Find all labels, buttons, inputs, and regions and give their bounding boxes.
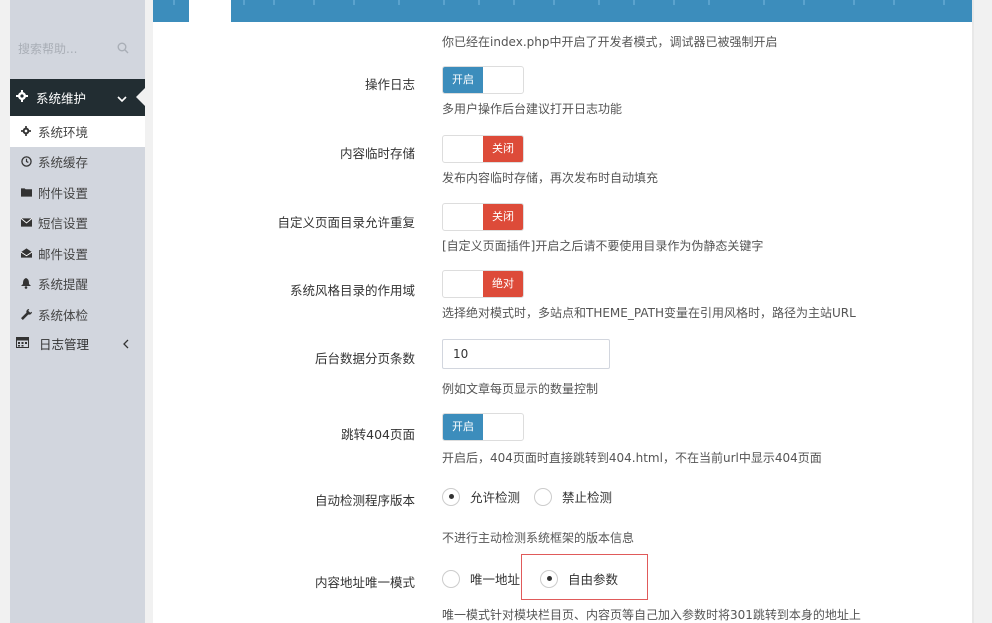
radio-button[interactable]: [534, 487, 553, 506]
tab-separator: [853, 0, 855, 5]
active-indicator: [136, 88, 145, 106]
page-dir-repeat-help: [自定义页面插件]开启之后请不要使用目录作为伪静态关键字: [442, 239, 764, 253]
temp-storage-switch[interactable]: 关闭: [442, 135, 524, 163]
sidebar: 系统维护 系统环境 系统缓存 附件设置 短信设置 邮件设置 系统提醒: [10, 0, 145, 623]
theme-scope-label: 系统风格目录的作用域: [289, 283, 415, 298]
sidebar-item-system-env[interactable]: 系统环境: [10, 116, 145, 147]
sidebar-item-attachment[interactable]: 附件设置: [10, 177, 145, 208]
sidebar-item-label: 系统体检: [38, 307, 89, 323]
radio-label: 唯一地址: [470, 572, 521, 587]
bell-icon: [20, 278, 32, 290]
oplog-label: 操作日志: [364, 77, 415, 92]
sidebar-item-label: 邮件设置: [38, 246, 89, 262]
envelope-open-icon: [20, 247, 32, 259]
oplog-switch[interactable]: 开启: [442, 66, 524, 94]
switch-off-label: 关闭: [483, 136, 523, 162]
version-check-help: 不进行主动检测系统框架的版本信息: [442, 531, 635, 545]
settings-panel: 你已经在index.php中开启了开发者模式，调试器已被强制开启 操作日志 开启…: [153, 0, 972, 623]
sidebar-item-reminder[interactable]: 系统提醒: [10, 269, 145, 300]
menu-label: 日志管理: [39, 336, 90, 352]
tab-separator: [893, 0, 895, 5]
sidebar-item-email[interactable]: 邮件设置: [10, 238, 145, 269]
temp-storage-label: 内容临时存储: [339, 146, 415, 161]
radio-deny-check[interactable]: 禁止检测: [534, 487, 612, 506]
clock-icon: [20, 156, 32, 168]
envelope-icon: [20, 217, 32, 229]
tab-separator: [243, 0, 245, 5]
sidebar-item-sms[interactable]: 短信设置: [10, 208, 145, 239]
active-tab[interactable]: [189, 0, 231, 22]
menu-label: 系统维护: [36, 91, 87, 106]
chevron-down-icon: [117, 91, 127, 106]
tab-separator: [708, 0, 710, 5]
pagesize-label: 后台数据分页条数: [314, 351, 415, 366]
radio-label: 允许检测: [470, 490, 521, 505]
temp-storage-help: 发布内容临时存储，再次发布时自动填充: [442, 171, 659, 185]
version-check-label: 自动检测程序版本: [314, 493, 415, 508]
tab-separator: [173, 0, 175, 5]
tab-separator: [673, 0, 675, 5]
sidebar-item-label: 短信设置: [38, 216, 89, 232]
menu-system-maintenance[interactable]: 系统维护: [10, 79, 145, 116]
tab-separator: [478, 0, 480, 5]
sidebar-item-system-cache[interactable]: 系统缓存: [10, 147, 145, 178]
switch-on-label: 开启: [443, 67, 483, 93]
pagesize-help: 例如文章每页显示的数量控制: [442, 382, 599, 396]
tab-separator: [398, 0, 400, 5]
top-tab-strip: [153, 0, 972, 22]
chevron-left-icon: [123, 337, 129, 352]
tab-separator: [803, 0, 805, 5]
debug-help-text: 你已经在index.php中开启了开发者模式，调试器已被强制开启: [442, 35, 778, 49]
scroll-edge: [972, 0, 974, 623]
tab-separator: [763, 0, 765, 5]
sidebar-item-label: 附件设置: [38, 185, 89, 201]
switch-off-label: 关闭: [483, 204, 523, 230]
version-check-radio-group: 允许检测 禁止检测: [442, 487, 626, 506]
submenu: 系统环境 系统缓存 附件设置 短信设置 邮件设置 系统提醒 系统体检: [10, 116, 145, 330]
gear-icon: [16, 90, 28, 105]
tab-separator: [313, 0, 315, 5]
page-dir-repeat-label: 自定义页面目录允许重复: [277, 215, 415, 230]
folder-icon: [20, 186, 32, 198]
radio-unique-address[interactable]: 唯一地址: [442, 569, 520, 588]
oplog-help: 多用户操作后台建议打开日志功能: [442, 102, 623, 116]
radio-button[interactable]: [442, 487, 460, 506]
redirect404-help: 开启后，404页面时直接跳转到404.html，不在当前url中显示404页面: [442, 451, 822, 465]
redirect404-label: 跳转404页面: [341, 427, 415, 442]
sidebar-item-health-check[interactable]: 系统体检: [10, 299, 145, 330]
highlight-annotation: [521, 554, 648, 600]
radio-label: 禁止检测: [562, 490, 613, 505]
search-input[interactable]: [18, 38, 118, 60]
tab-separator: [553, 0, 555, 5]
radio-allow-check[interactable]: 允许检测: [442, 487, 520, 506]
search-icon[interactable]: [117, 42, 129, 57]
radio-button[interactable]: [442, 569, 460, 588]
redirect404-switch[interactable]: 开启: [442, 413, 524, 441]
unique-url-label: 内容地址唯一模式: [314, 575, 415, 590]
tab-separator: [513, 0, 515, 5]
pagesize-input[interactable]: [442, 339, 610, 369]
switch-on-label: 开启: [443, 414, 483, 440]
wrench-icon: [20, 308, 32, 320]
theme-scope-switch[interactable]: 绝对: [442, 270, 524, 298]
unique-url-help: 唯一模式针对模块栏目页、内容页等自己加入参数时将301跳转到本身的地址上: [442, 608, 861, 622]
tab-separator: [443, 0, 445, 5]
switch-off-label: 绝对: [483, 271, 523, 297]
menu-log-management[interactable]: 日志管理: [10, 328, 145, 358]
tab-separator: [943, 0, 945, 5]
sidebar-item-label: 系统提醒: [38, 277, 89, 293]
tab-separator: [598, 0, 600, 5]
tab-separator: [273, 0, 275, 5]
theme-scope-help: 选择绝对模式时，多站点和THEME_PATH变量在引用风格时，路径为主站URL: [442, 306, 856, 320]
tab-separator: [633, 0, 635, 5]
sidebar-item-label: 系统环境: [38, 124, 89, 140]
sidebar-item-label: 系统缓存: [38, 155, 89, 171]
gear-icon: [20, 125, 32, 137]
sidebar-search: [10, 32, 145, 66]
calendar-icon: [16, 336, 29, 351]
page-dir-repeat-switch[interactable]: 关闭: [442, 203, 524, 231]
tab-separator: [353, 0, 355, 5]
